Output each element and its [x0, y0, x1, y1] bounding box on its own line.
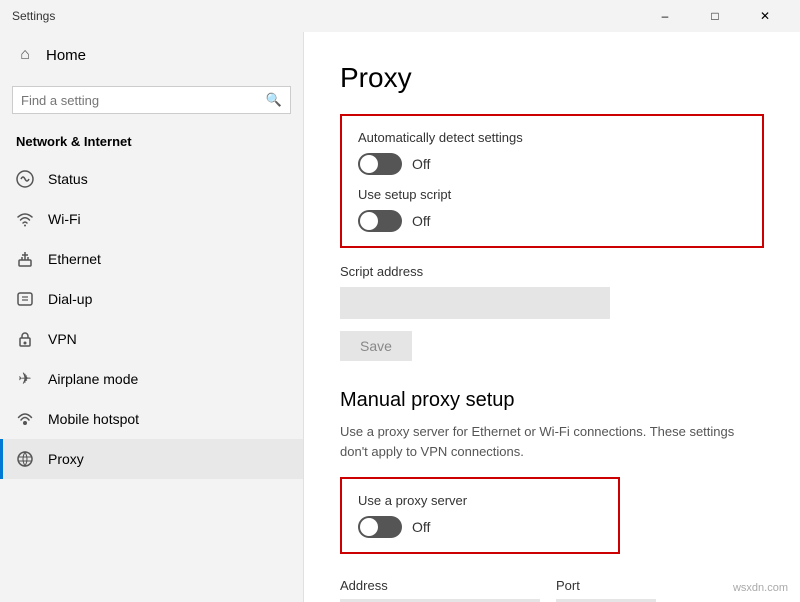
window-controls: – □ ✕ [642, 2, 788, 30]
detect-toggle-label: Off [412, 156, 430, 172]
use-proxy-label: Use a proxy server [358, 493, 602, 508]
address-group: Address [340, 578, 540, 602]
sidebar-item-airplane[interactable]: ✈ Airplane mode [0, 359, 303, 399]
sidebar-item-hotspot[interactable]: Mobile hotspot [0, 399, 303, 439]
setup-script-label: Use setup script [358, 187, 746, 202]
status-label: Status [48, 171, 88, 187]
wifi-label: Wi-Fi [48, 211, 81, 227]
detect-settings-label: Automatically detect settings [358, 130, 746, 145]
home-nav-item[interactable]: ⌂ Home [0, 32, 303, 78]
search-box: 🔍 [12, 86, 291, 114]
proxy-toggle-label: Off [412, 519, 430, 535]
ethernet-label: Ethernet [48, 251, 101, 267]
sidebar-section-title: Network & Internet [0, 126, 303, 159]
sidebar-item-vpn[interactable]: VPN [0, 319, 303, 359]
manual-description: Use a proxy server for Ethernet or Wi-Fi… [340, 422, 764, 461]
watermark: wsxdn.com [733, 582, 788, 594]
maximize-button[interactable]: □ [692, 2, 738, 30]
port-group: Port [556, 578, 656, 602]
app-body: ⌂ Home 🔍 Network & Internet Status Wi-Fi… [0, 32, 800, 602]
home-label: Home [46, 47, 86, 64]
proxy-toggle[interactable] [358, 516, 402, 538]
title-bar: Settings – □ ✕ [0, 0, 800, 32]
sidebar-item-wifi[interactable]: Wi-Fi [0, 199, 303, 239]
detect-toggle-row: Off [358, 153, 746, 175]
script-toggle-row: Off [358, 210, 746, 232]
page-title: Proxy [340, 62, 764, 94]
airplane-label: Airplane mode [48, 371, 138, 387]
airplane-icon: ✈ [16, 370, 34, 388]
home-icon: ⌂ [16, 46, 34, 64]
proxy-server-section: Use a proxy server Off [340, 477, 620, 554]
save-button[interactable]: Save [340, 331, 412, 361]
port-label: Port [556, 578, 656, 593]
vpn-icon [16, 330, 34, 348]
sidebar-item-status[interactable]: Status [0, 159, 303, 199]
script-toggle[interactable] [358, 210, 402, 232]
sidebar-item-ethernet[interactable]: Ethernet [0, 239, 303, 279]
sidebar: ⌂ Home 🔍 Network & Internet Status Wi-Fi… [0, 32, 304, 602]
sidebar-item-dialup[interactable]: Dial-up [0, 279, 303, 319]
sidebar-item-proxy[interactable]: Proxy [0, 439, 303, 479]
dialup-icon [16, 290, 34, 308]
ethernet-icon [16, 250, 34, 268]
wifi-icon [16, 210, 34, 228]
close-button[interactable]: ✕ [742, 2, 788, 30]
dialup-label: Dial-up [48, 291, 92, 307]
automatic-proxy-section: Automatically detect settings Off Use se… [340, 114, 764, 248]
search-input[interactable] [21, 93, 266, 108]
manual-section-title: Manual proxy setup [340, 389, 764, 412]
proxy-label: Proxy [48, 451, 84, 467]
address-port-row: Address Port [340, 578, 764, 602]
script-toggle-label: Off [412, 213, 430, 229]
hotspot-icon [16, 410, 34, 428]
detect-toggle[interactable] [358, 153, 402, 175]
script-address-field[interactable] [340, 287, 610, 319]
vpn-label: VPN [48, 331, 77, 347]
proxy-toggle-row: Off [358, 516, 602, 538]
app-title: Settings [12, 9, 642, 23]
address-label: Address [340, 578, 540, 593]
script-address-label: Script address [340, 264, 764, 279]
hotspot-label: Mobile hotspot [48, 411, 139, 427]
minimize-button[interactable]: – [642, 2, 688, 30]
main-content: Proxy Automatically detect settings Off … [304, 32, 800, 602]
search-icon: 🔍 [266, 92, 282, 108]
status-icon [16, 170, 34, 188]
proxy-icon [16, 450, 34, 468]
